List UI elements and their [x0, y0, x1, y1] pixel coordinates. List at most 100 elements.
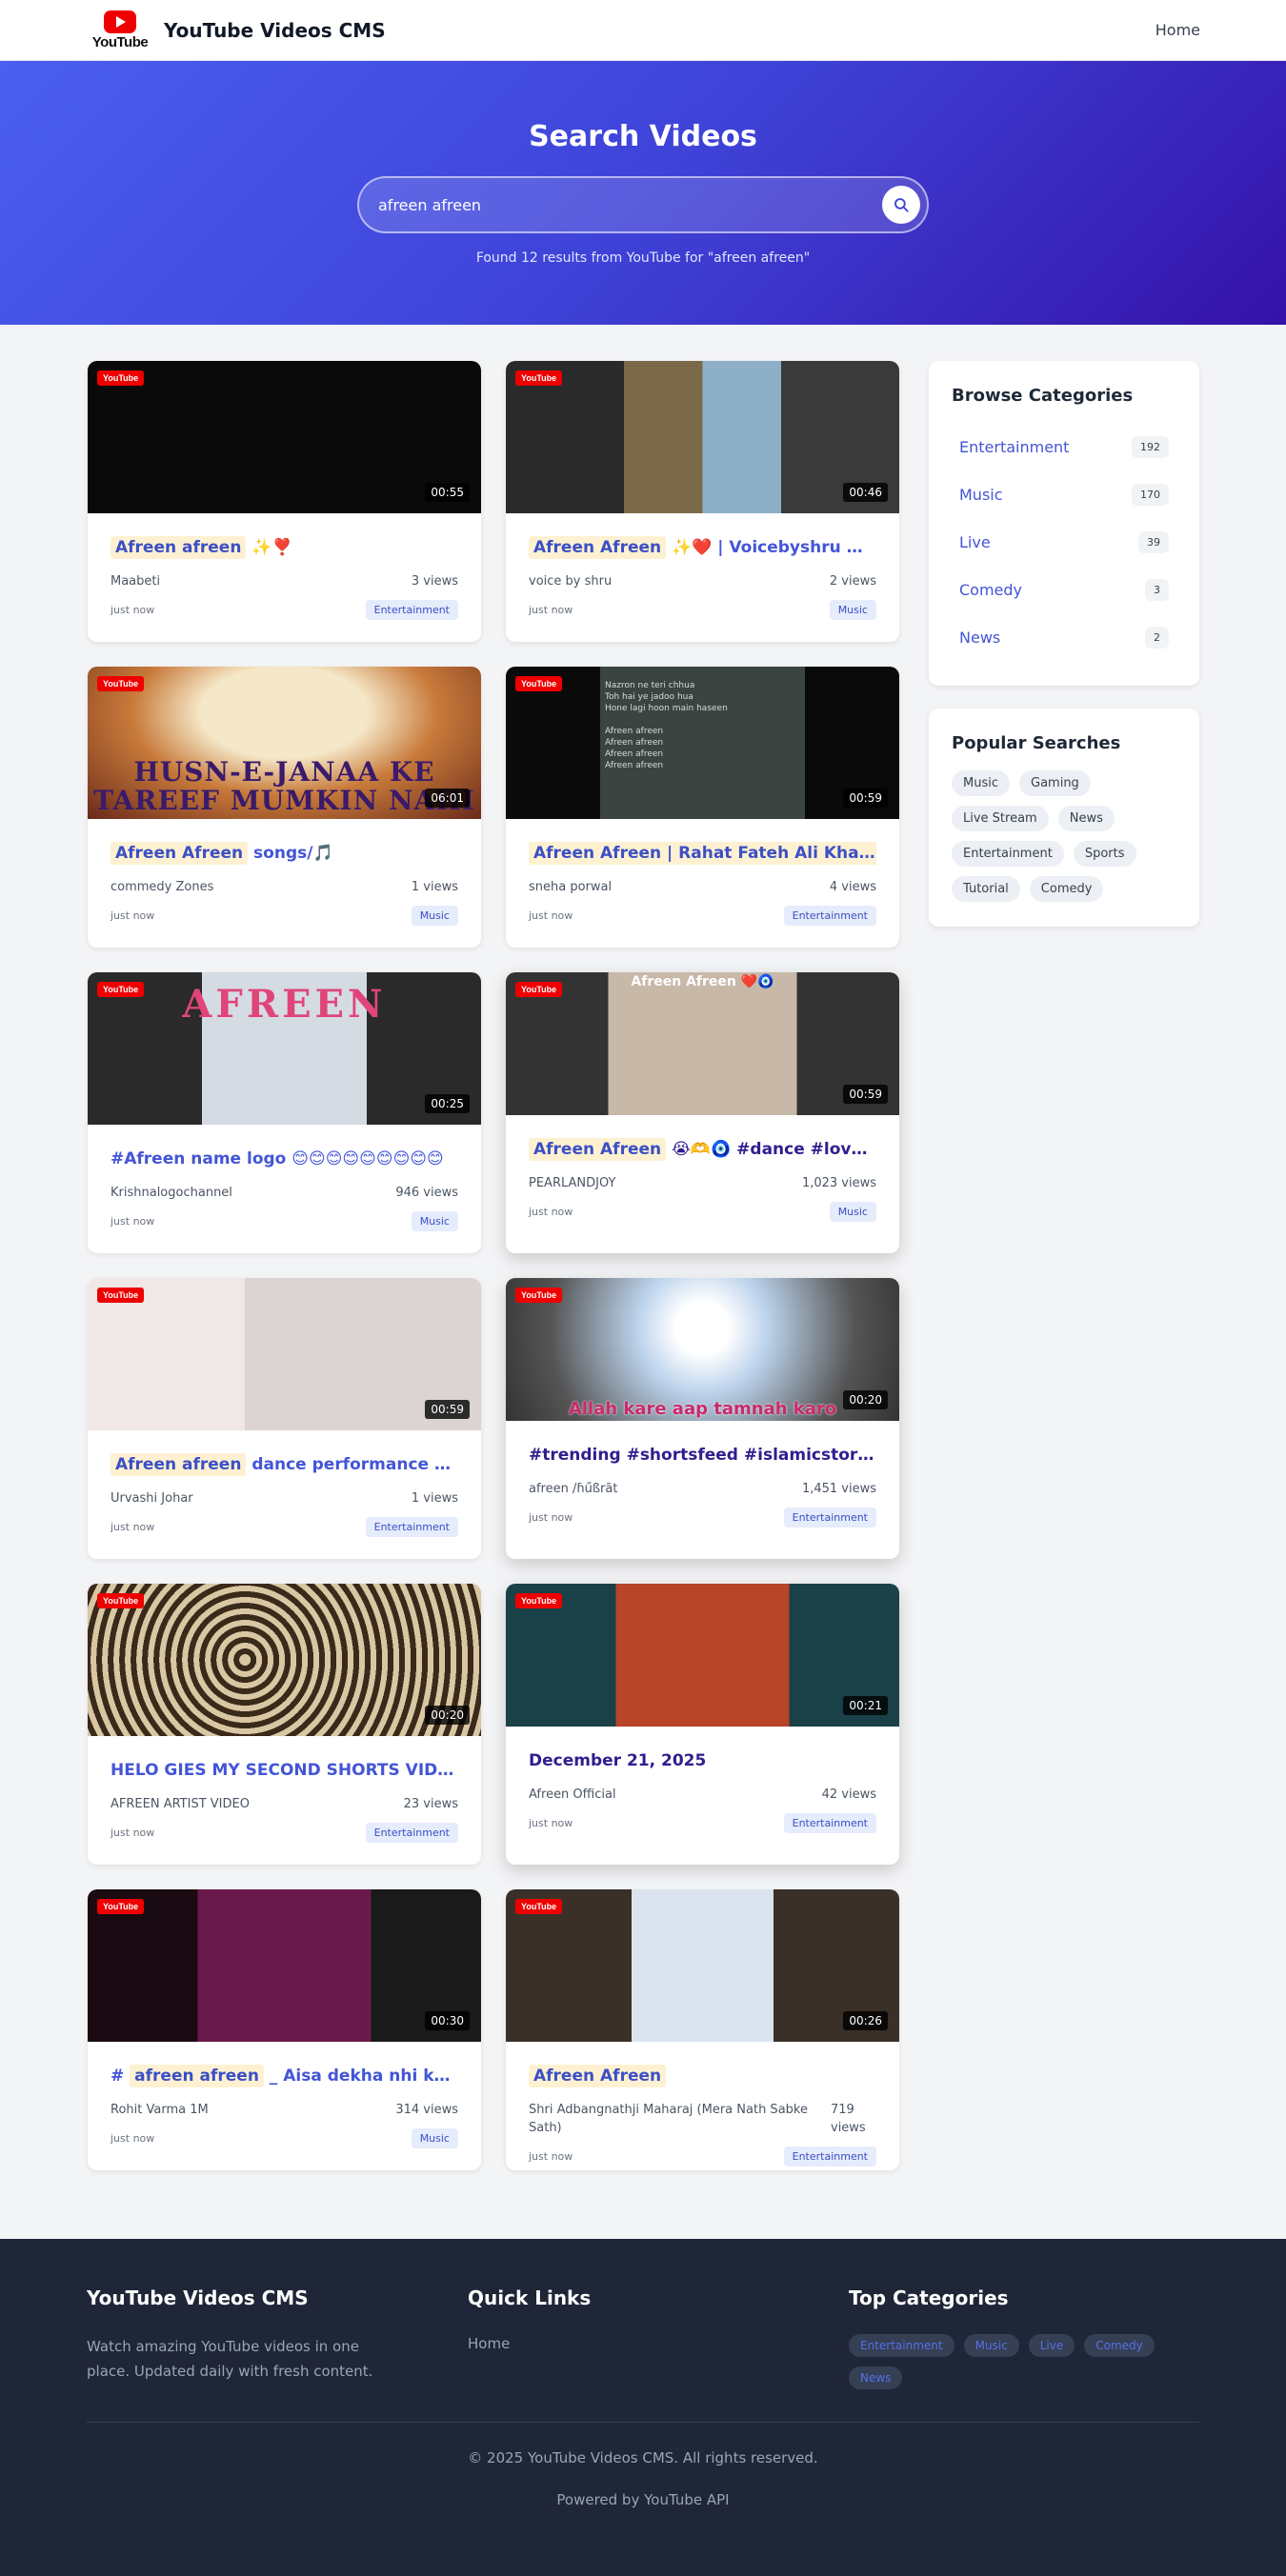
video-title[interactable]: Afreen Afreen: [529, 2063, 876, 2089]
video-card[interactable]: YouTube 00:20 HELO GIES MY SECOND SHORTS V…: [88, 1584, 481, 1865]
video-thumbnail[interactable]: YouTube 00:55: [88, 361, 481, 513]
footer-category-tag[interactable]: Comedy: [1084, 2334, 1155, 2357]
video-title[interactable]: #trending #shortsfeed #islamicstories: [529, 1442, 876, 1468]
youtube-badge: YouTube: [97, 1288, 145, 1303]
nav-home-link[interactable]: Home: [1155, 21, 1200, 39]
browse-categories-title: Browse Categories: [952, 386, 1134, 406]
sidebar-category-item[interactable]: Music 170: [952, 470, 1176, 518]
video-title[interactable]: December 21, 2025: [529, 1747, 876, 1774]
video-title[interactable]: Afreen Afreen songs/🎵: [111, 840, 458, 867]
sidebar-category-item[interactable]: Comedy 3: [952, 566, 1176, 613]
category-badge[interactable]: Music: [411, 906, 458, 926]
card-footer: just now Entertainment: [529, 2147, 876, 2167]
video-card[interactable]: YouTube 00:46 Afreen Afreen ✨❤️ | Voicebys…: [506, 361, 899, 642]
duration-badge: 06:01: [425, 789, 470, 808]
category-badge[interactable]: Entertainment: [365, 600, 458, 620]
title-highlight: Afreen Afreen: [529, 2065, 667, 2087]
view-count: 719 views: [831, 2103, 866, 2135]
footer-category-tag[interactable]: Entertainment: [849, 2334, 954, 2357]
video-thumbnail[interactable]: YouTube 00:21: [506, 1584, 899, 1727]
video-thumbnail[interactable]: YouTube 00:46: [506, 361, 899, 513]
video-card[interactable]: YouTube Afreen Afreen ❤️🧿 00:59 Afreen Afre…: [506, 972, 899, 1253]
video-thumbnail[interactable]: YouTube 00:30: [88, 1889, 481, 2042]
card-body: # afreen afreen _ Aisa dekha nhi khubsur…: [88, 2042, 481, 2148]
card-body: Afreen Afreen ✨❤️ | Voicebyshru 👍 #short…: [506, 513, 899, 620]
video-meta: Afreen Official 42 views: [529, 1786, 876, 1804]
video-card[interactable]: YouTube HUSN-E-JANAA KE TAREEF MUMKIN NAH…: [88, 667, 481, 948]
footer-categories: Top Categories Entertainment Music Live Com…: [849, 2286, 1163, 2389]
footer-categories-title: Top Categories: [849, 2286, 1009, 2309]
youtube-badge: YouTube: [515, 1899, 563, 1914]
category-name[interactable]: Comedy: [959, 581, 1022, 599]
category-name[interactable]: News: [959, 629, 1000, 647]
card-body: Afreen afreen dance performance solo son…: [88, 1430, 481, 1537]
video-thumbnail[interactable]: YouTube HUSN-E-JANAA KE TAREEF MUMKIN NAH…: [88, 667, 481, 819]
footer-link-home[interactable]: Home: [468, 2335, 510, 2352]
youtube-badge: YouTube: [97, 1593, 145, 1608]
brand[interactable]: YouTube YouTube Videos CMS: [91, 10, 386, 51]
search-hero: Search Videos Found 12 results from YouT…: [0, 61, 1286, 325]
video-thumbnail[interactable]: YouTube Nazron ne teri chhua Toh hai ye ja…: [506, 667, 899, 819]
category-badge[interactable]: Entertainment: [783, 1508, 876, 1528]
footer-category-tag[interactable]: News: [849, 2366, 903, 2389]
footer-category-tag[interactable]: Live: [1028, 2334, 1075, 2357]
sidebar-category-item[interactable]: Entertainment 192: [952, 423, 1176, 470]
sidebar-category-item[interactable]: Live 39: [952, 518, 1176, 566]
card-footer: just now Music: [529, 1202, 876, 1222]
video-meta: Krishnalogochannel 946 views: [111, 1184, 458, 1202]
category-name[interactable]: Live: [959, 533, 991, 551]
popular-search-tag[interactable]: Comedy: [1029, 876, 1104, 902]
video-thumbnail[interactable]: YouTube Allah kare aap tamnah karo 00:20: [506, 1278, 899, 1421]
video-title[interactable]: HELO GIES MY SECOND SHORTS VIDEO PLEASE: [111, 1757, 458, 1784]
sidebar-category-item[interactable]: News 2: [952, 613, 1176, 661]
category-badge[interactable]: Music: [829, 1202, 876, 1222]
video-title[interactable]: Afreen afreen ✨❣️: [111, 534, 458, 561]
category-name[interactable]: Music: [959, 486, 1003, 504]
category-badge[interactable]: Music: [411, 2128, 458, 2148]
video-title[interactable]: Afreen afreen dance performance solo son…: [111, 1451, 458, 1478]
popular-search-tag[interactable]: Entertainment: [952, 841, 1064, 867]
title-highlight: afreen afreen: [130, 2065, 264, 2087]
card-body: HELO GIES MY SECOND SHORTS VIDEO PLEASE A…: [88, 1736, 481, 1843]
footer-category-tags: Entertainment Music Live Comedy News: [849, 2334, 1163, 2389]
video-card[interactable]: YouTube 00:26 Afreen Afreen Shri Adbangnath…: [506, 1889, 899, 2170]
video-title[interactable]: #Afreen name logo 😊😊😊😊😊😊😊😊😊: [111, 1146, 458, 1172]
video-card[interactable]: YouTube 00:30 # afreen afreen _ Aisa dekha…: [88, 1889, 481, 2170]
category-badge[interactable]: Entertainment: [783, 2147, 876, 2167]
category-badge[interactable]: Music: [411, 1211, 458, 1231]
video-card[interactable]: YouTube 00:59 Afreen afreen dance performa…: [88, 1278, 481, 1559]
video-title[interactable]: Afreen Afreen ✨❤️ | Voicebyshru 👍 #short…: [529, 534, 876, 561]
main-content: YouTube 00:55 Afreen afreen ✨❣️ Maabeti 3 vi…: [0, 325, 1286, 2170]
popular-search-tag[interactable]: News: [1057, 806, 1115, 831]
video-thumbnail[interactable]: YouTube Afreen Afreen ❤️🧿 00:59: [506, 972, 899, 1115]
video-card[interactable]: YouTube 00:21 December 21, 2025 Afreen Offi…: [506, 1584, 899, 1865]
popular-search-tag[interactable]: Sports: [1073, 841, 1136, 867]
search-input[interactable]: [378, 195, 882, 214]
popular-search-tag[interactable]: Live Stream: [952, 806, 1049, 831]
site-title[interactable]: YouTube Videos CMS: [164, 19, 386, 42]
video-meta: Urvashi Johar 1 views: [111, 1489, 458, 1508]
video-title[interactable]: Afreen Afreen 😭🫶🧿 #dance #love #music: [529, 1136, 876, 1163]
video-thumbnail[interactable]: YouTube AFREEN 00:25: [88, 972, 481, 1125]
video-title[interactable]: Afreen Afreen | Rahat Fateh Ali Khan#lyr…: [529, 840, 876, 867]
video-thumbnail[interactable]: YouTube 00:59: [88, 1278, 481, 1430]
video-title[interactable]: # afreen afreen _ Aisa dekha nhi khubsur…: [111, 2063, 458, 2089]
video-thumbnail[interactable]: YouTube 00:20: [88, 1584, 481, 1736]
search-button[interactable]: [882, 186, 920, 224]
video-card[interactable]: YouTube 00:55 Afreen afreen ✨❣️ Maabeti 3 vi…: [88, 361, 481, 642]
category-badge[interactable]: Entertainment: [783, 906, 876, 926]
popular-search-tag[interactable]: Tutorial: [952, 876, 1020, 902]
video-card[interactable]: YouTube AFREEN 00:25 #Afreen name logo 😊😊😊😊…: [88, 972, 481, 1253]
category-name[interactable]: Entertainment: [959, 438, 1069, 456]
category-badge[interactable]: Entertainment: [365, 1517, 458, 1537]
category-badge[interactable]: Music: [829, 600, 876, 620]
video-thumbnail[interactable]: YouTube 00:26: [506, 1889, 899, 2042]
video-card[interactable]: YouTube Allah kare aap tamnah karo 00:20 #t…: [506, 1278, 899, 1559]
category-badge[interactable]: Entertainment: [783, 1813, 876, 1833]
video-card[interactable]: YouTube Nazron ne teri chhua Toh hai ye ja…: [506, 667, 899, 948]
card-body: Afreen Afreen | Rahat Fateh Ali Khan#lyr…: [506, 819, 899, 926]
footer-category-tag[interactable]: Music: [963, 2334, 1019, 2357]
popular-search-tag[interactable]: Music: [952, 770, 1010, 796]
category-badge[interactable]: Entertainment: [365, 1823, 458, 1843]
popular-search-tag[interactable]: Gaming: [1019, 770, 1091, 796]
